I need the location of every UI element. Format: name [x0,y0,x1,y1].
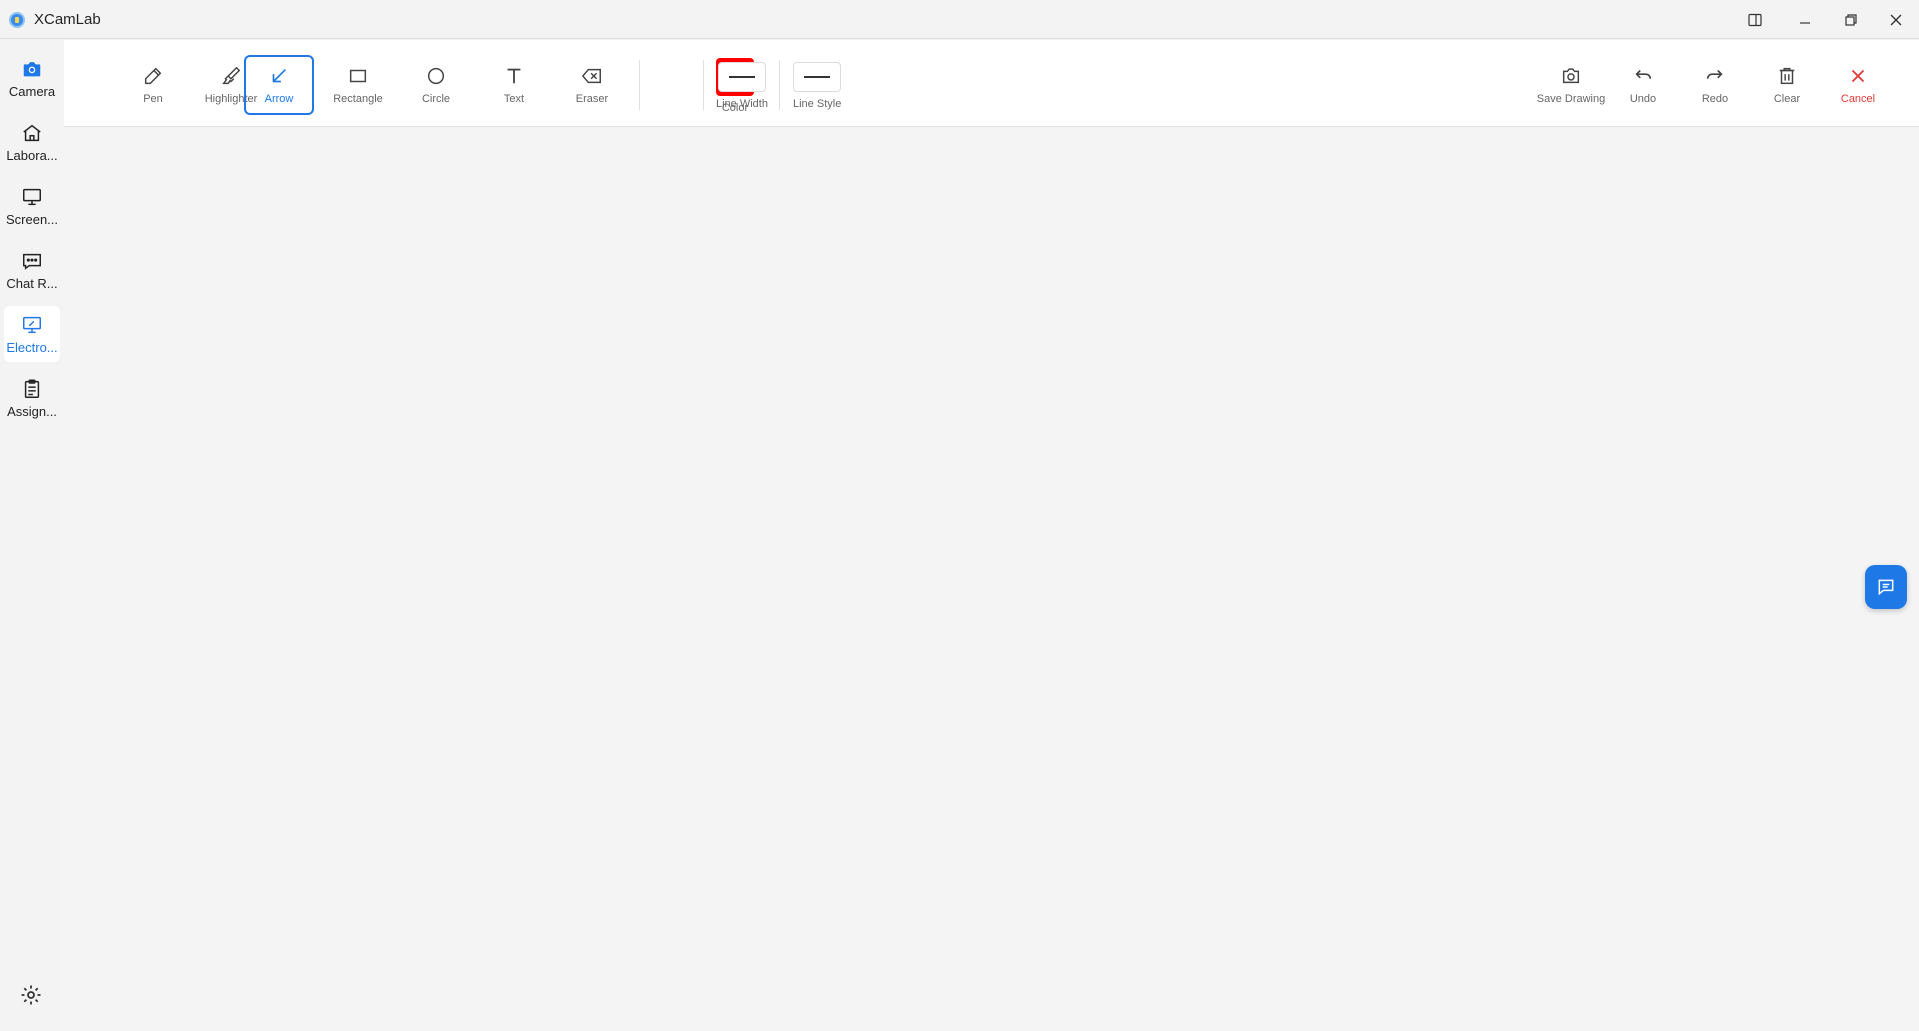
sidebar-item-laboratory[interactable]: Labora... [4,114,60,170]
sidebar: Camera Labora... Screen... Chat R... Ele… [0,40,62,1031]
close-icon [1890,14,1902,26]
clipboard-icon [24,379,40,398]
line-width-selector[interactable] [718,62,766,92]
arrow-icon [272,68,287,83]
tool-label: Arrow [264,93,294,105]
toolbar-divider [703,60,704,110]
line-style-label: Line Style [793,98,842,110]
action-label: Redo [1701,93,1729,105]
chat-icon [23,253,41,270]
app-title: XCamLab [34,11,101,28]
sidebar-item-label: Camera [8,84,56,99]
circle-icon [427,67,445,85]
minimize-icon [1800,22,1810,24]
close-icon [1851,69,1865,83]
sidebar-item-screen[interactable]: Screen... [4,178,60,234]
text-icon [507,68,521,84]
toolbar-divider [639,60,640,110]
split-view-icon [1748,13,1762,27]
eraser-icon [581,68,601,84]
floating-chat-button[interactable] [1865,565,1907,609]
tool-label: Eraser [575,93,609,105]
line-style-preview [804,76,830,78]
pen-tool-button[interactable]: Pen [118,55,188,115]
restore-icon [1845,14,1857,26]
sidebar-item-chat-room[interactable]: Chat R... [4,242,60,298]
camera-icon [1562,68,1580,84]
close-window-button[interactable] [1876,7,1916,33]
pen-icon [144,67,162,85]
tool-label: Pen [143,93,163,105]
action-label: Undo [1629,93,1657,105]
line-style-selector[interactable] [793,62,841,92]
redo-button[interactable]: Redo [1685,55,1745,115]
message-icon [1878,579,1894,596]
gear-icon [21,985,41,1005]
redo-icon [1706,69,1723,79]
toolbar-divider [779,60,780,110]
tool-label: Text [503,93,525,105]
cancel-button[interactable]: Cancel [1828,55,1888,115]
circle-tool-button[interactable]: Circle [401,55,471,115]
eraser-tool-button[interactable]: Eraser [557,55,627,115]
monitor-icon [23,188,41,206]
sidebar-item-label: Labora... [6,148,58,163]
restore-button[interactable] [1831,7,1871,33]
camera-icon [23,62,41,77]
whiteboard-icon [23,316,41,334]
rectangle-icon [349,69,367,83]
sidebar-item-label: Electro... [6,340,58,355]
tool-label: Circle [421,93,451,105]
app-logo-icon [9,12,25,28]
rectangle-tool-button[interactable]: Rectangle [323,55,393,115]
minimize-button[interactable] [1785,7,1825,33]
action-label: Save Drawing [1536,93,1606,105]
sidebar-item-label: Chat R... [6,276,58,291]
settings-button[interactable] [19,983,43,1007]
sidebar-item-label: Screen... [5,212,59,227]
text-tool-button[interactable]: Text [479,55,549,115]
undo-icon [1635,69,1652,79]
title-bar: XCamLab [0,0,1919,39]
arrow-tool-button[interactable]: Arrow [244,55,314,115]
sidebar-toggle-button[interactable] [1735,7,1775,33]
drawing-canvas[interactable] [64,128,1919,1031]
sidebar-item-electronic-whiteboard[interactable]: Electro... [4,306,60,362]
highlighter-icon [222,66,241,85]
sidebar-item-label: Assign... [7,404,57,419]
drawing-toolbar: Pen Highlighter Arrow Rectangle Circle T… [64,40,1919,127]
action-label: Cancel [1840,93,1876,105]
sidebar-item-assignment[interactable]: Assign... [4,370,60,426]
tool-label: Rectangle [333,93,383,105]
home-icon [23,124,41,142]
line-width-preview [729,76,755,78]
trash-icon [1779,67,1795,85]
sidebar-item-camera[interactable]: Camera [4,50,60,106]
undo-button[interactable]: Undo [1613,55,1673,115]
save-drawing-button[interactable]: Save Drawing [1531,55,1611,115]
clear-button[interactable]: Clear [1757,55,1817,115]
action-label: Clear [1773,93,1801,105]
line-width-label: Line Width [716,98,768,110]
